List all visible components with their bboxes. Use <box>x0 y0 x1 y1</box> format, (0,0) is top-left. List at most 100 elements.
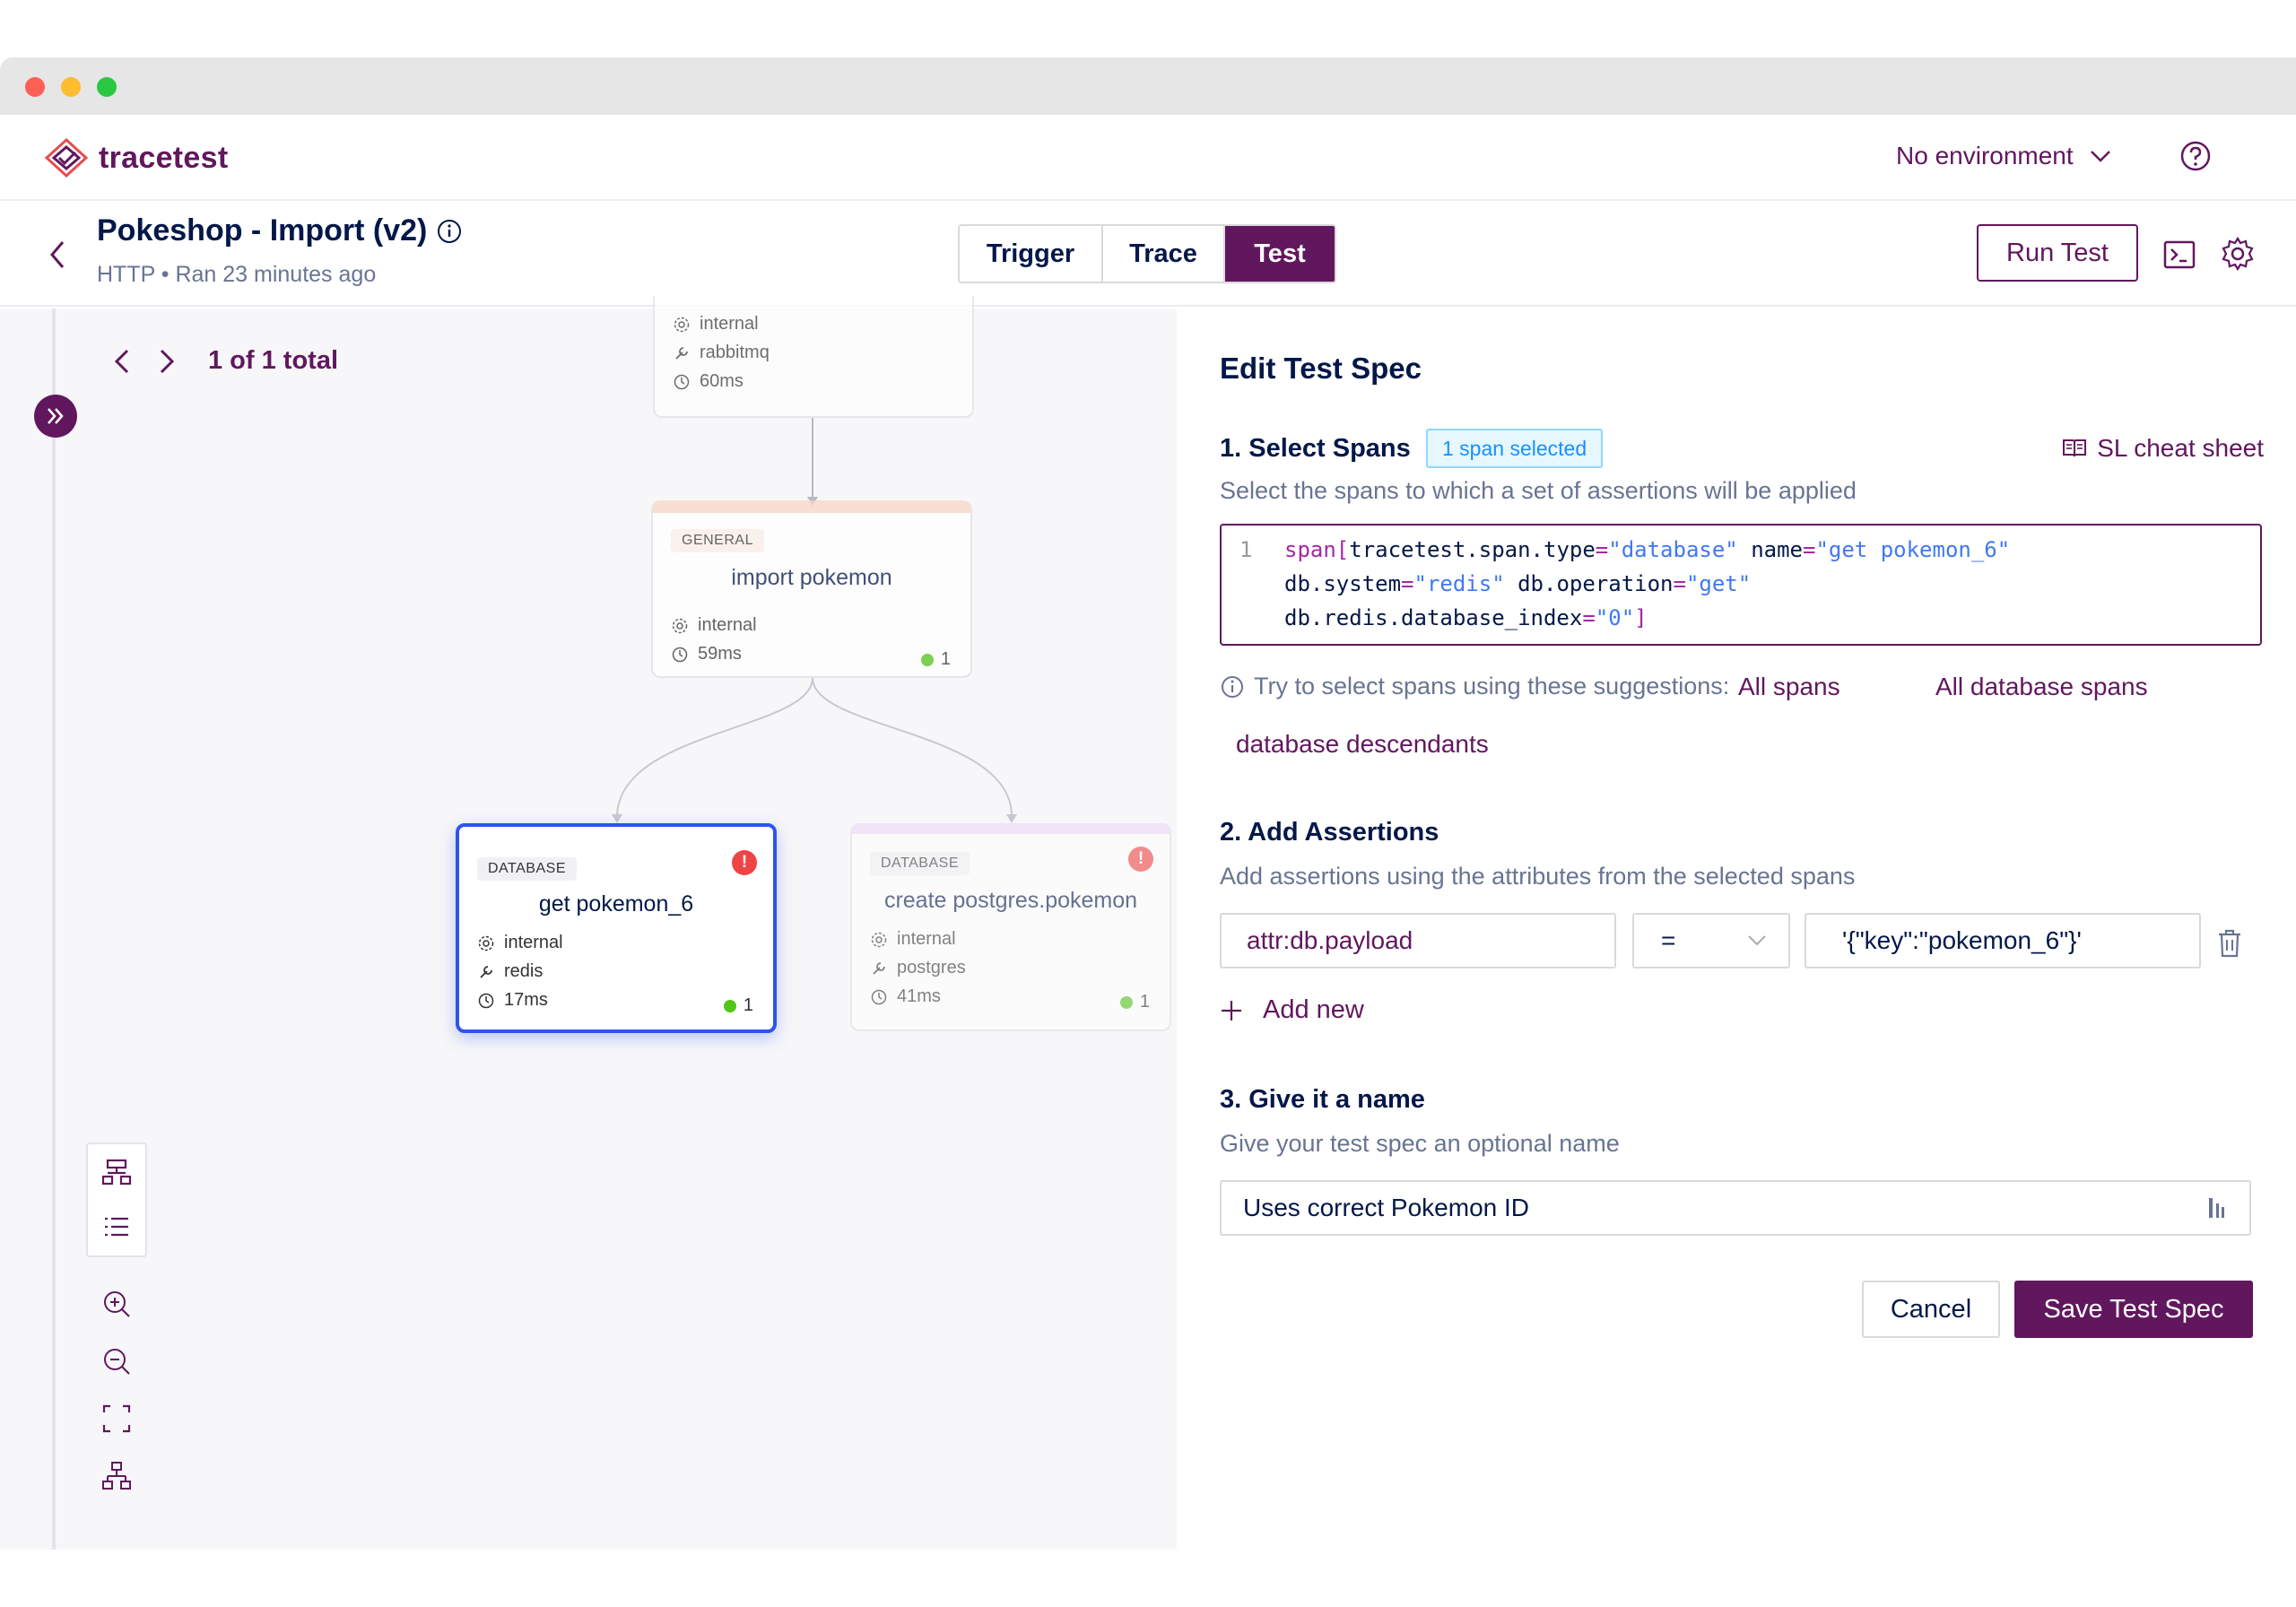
tab-test[interactable]: Test <box>1225 226 1335 282</box>
span-system-value: postgres <box>897 958 966 977</box>
assertion-attribute-input[interactable]: attr:db.payload <box>1220 913 1616 969</box>
close-window-button[interactable] <box>25 77 45 97</box>
span-name: get pokemon_6 <box>538 891 694 916</box>
code-token: tracetest.span.type <box>1349 537 1596 562</box>
chevron-down-icon <box>1748 935 1766 946</box>
cancel-button[interactable]: Cancel <box>1862 1281 2000 1338</box>
clock-icon <box>871 989 887 1004</box>
tool-icon <box>873 961 885 975</box>
span-kind-value: internal <box>504 933 563 952</box>
tab-trace[interactable]: Trace <box>1103 226 1225 282</box>
assertion-value-input[interactable]: '{"key":"pokemon_6"}' <box>1805 913 2201 969</box>
error-icon: ! <box>732 850 757 875</box>
span-system: redis <box>477 961 543 982</box>
code-token: "0" <box>1595 605 1635 630</box>
cheat-sheet-label: SL cheat sheet <box>2097 434 2264 462</box>
panel-title: Edit Test Spec <box>1220 352 1422 385</box>
add-assertions-subtitle: Add assertions using the attributes from… <box>1220 863 1856 890</box>
graph-edges <box>612 418 1017 823</box>
span-node-import-pokemon[interactable]: GENERAL import pokemon internal 59ms 1 <box>651 500 972 678</box>
trash-icon[interactable] <box>2215 927 2244 960</box>
tool-icon <box>675 346 688 360</box>
span-duration: 60ms <box>673 371 744 392</box>
select-spans-subtitle: Select the spans to which a set of asser… <box>1220 477 1857 504</box>
assertion-count-value: 1 <box>743 995 753 1015</box>
book-icon <box>2063 439 2087 457</box>
span-node-get-pokemon[interactable]: DATABASE ! get pokemon_6 internal redis … <box>456 823 777 1033</box>
gear-icon[interactable] <box>2219 235 2257 273</box>
span-kind-value: internal <box>897 929 956 949</box>
clock-icon <box>478 993 494 1008</box>
code-token: name <box>1751 537 1803 562</box>
minimize-window-button[interactable] <box>61 77 81 97</box>
assertion-count: 1 <box>723 995 753 1016</box>
assertion-count-value: 1 <box>940 649 951 669</box>
environment-label: No environment <box>1896 142 2074 169</box>
plus-icon <box>1222 1000 1241 1021</box>
code-token: = <box>1595 537 1609 562</box>
password-manager-icon[interactable] <box>2206 1194 2228 1221</box>
pass-indicator <box>920 653 934 666</box>
span-system-value: rabbitmq <box>700 343 770 362</box>
suggestion-all-database-spans[interactable]: All database spans <box>1935 673 2148 701</box>
zoom-out-icon[interactable] <box>100 1345 133 1377</box>
selector-code: span[tracetest.span.type="database" name… <box>1284 533 2010 635</box>
zoom-in-icon[interactable] <box>100 1288 133 1320</box>
spec-name-value: Uses correct Pokemon ID <box>1243 1194 1529 1221</box>
span-duration-value: 60ms <box>700 371 744 391</box>
environment-select[interactable]: No environment <box>1896 142 2111 170</box>
test-meta: HTTP • Ran 23 minutes ago <box>97 262 377 287</box>
span-system: postgres <box>870 958 966 978</box>
back-arrow-icon[interactable] <box>39 233 75 276</box>
gear-icon <box>871 932 887 947</box>
code-token: db.system <box>1284 571 1402 596</box>
name-section-subtitle: Give your test spec an optional name <box>1220 1130 1620 1157</box>
code-token: = <box>1401 571 1414 596</box>
gear-icon <box>674 317 690 332</box>
spec-name-input[interactable]: Uses correct Pokemon ID <box>1220 1180 2251 1236</box>
suggestion-database-descendants[interactable]: database descendants <box>1236 730 1489 759</box>
span-system: rabbitmq <box>673 343 770 363</box>
selector-editor[interactable]: 1 span[tracetest.span.type="database" na… <box>1220 524 2262 646</box>
save-test-spec-button[interactable]: Save Test Spec <box>2014 1281 2253 1338</box>
suggestion-all-spans[interactable]: All spans <box>1738 673 1840 701</box>
clock-icon <box>674 374 690 389</box>
cheat-sheet-link[interactable]: SL cheat sheet <box>2061 434 2264 463</box>
span-kind: internal <box>673 314 759 334</box>
graph-view-icon[interactable] <box>100 1157 133 1189</box>
select-spans-title: 1. Select Spans <box>1220 434 1411 463</box>
span-duration-value: 41ms <box>897 986 941 1006</box>
app-logo[interactable]: tracetest <box>43 136 228 179</box>
list-view-icon[interactable] <box>100 1211 133 1243</box>
run-test-button[interactable]: Run Test <box>1977 224 2138 282</box>
suggestions-hint: Try to select spans using these suggesti… <box>1220 673 1729 700</box>
span-kind-value: internal <box>698 615 757 635</box>
span-duration: 41ms <box>870 986 941 1007</box>
span-type-badge: GENERAL <box>671 529 764 552</box>
terminal-icon[interactable] <box>2161 237 2197 273</box>
maximize-window-button[interactable] <box>97 77 117 97</box>
span-kind: internal <box>671 615 757 636</box>
tool-icon <box>480 965 492 978</box>
tab-trigger[interactable]: Trigger <box>960 226 1103 282</box>
clock-icon <box>672 647 688 662</box>
assertion-count: 1 <box>920 649 951 670</box>
add-new-label: Add new <box>1263 995 1364 1024</box>
span-selected-tag: 1 span selected <box>1426 429 1604 468</box>
add-new-assertion-button[interactable]: Add new <box>1220 995 1364 1025</box>
info-icon[interactable] <box>436 218 463 245</box>
assertion-operator-select[interactable]: = <box>1632 913 1790 969</box>
error-icon: ! <box>1128 847 1153 872</box>
app-name: tracetest <box>99 140 229 175</box>
fit-view-icon[interactable] <box>100 1403 133 1435</box>
help-icon[interactable] <box>2178 138 2213 174</box>
code-token: = <box>1673 571 1686 596</box>
span-duration-value: 17ms <box>504 990 548 1010</box>
code-token: "get pokemon_6" <box>1815 537 2011 562</box>
pass-indicator <box>1119 995 1133 1009</box>
span-node-rabbitmq[interactable]: internal rabbitmq 60ms <box>653 296 974 418</box>
window-title-bar <box>0 57 2296 115</box>
line-number: 1 <box>1239 537 1253 562</box>
span-node-create-postgres[interactable]: DATABASE ! create postgres.pokemon inter… <box>850 823 1171 1031</box>
layout-icon[interactable] <box>100 1460 133 1492</box>
